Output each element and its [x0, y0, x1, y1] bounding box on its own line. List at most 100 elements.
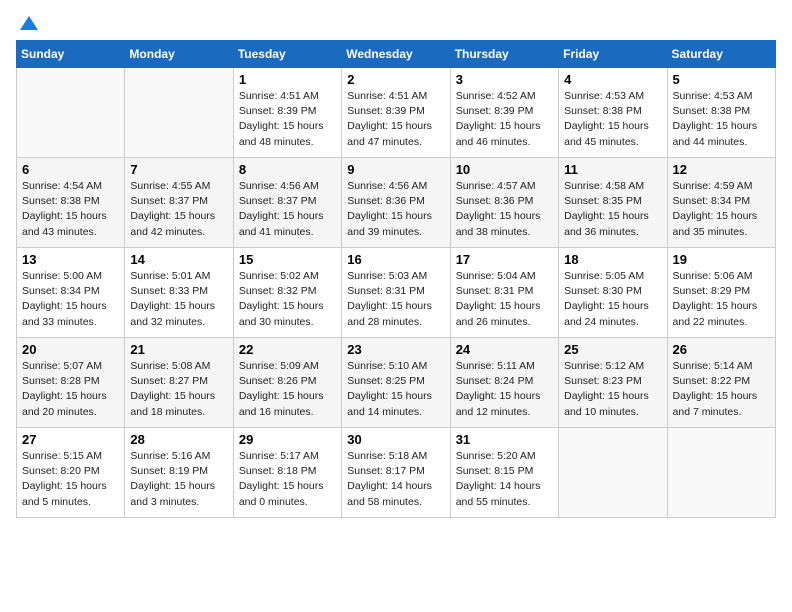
page-header — [16, 16, 776, 32]
calendar-cell — [559, 428, 667, 518]
day-info: Sunrise: 5:08 AM Sunset: 8:27 PM Dayligh… — [130, 359, 227, 420]
header-friday: Friday — [559, 41, 667, 68]
calendar-cell: 6 Sunrise: 4:54 AM Sunset: 8:38 PM Daylig… — [17, 158, 125, 248]
day-info: Sunrise: 5:10 AM Sunset: 8:25 PM Dayligh… — [347, 359, 444, 420]
calendar-cell — [17, 68, 125, 158]
day-info: Sunrise: 5:03 AM Sunset: 8:31 PM Dayligh… — [347, 269, 444, 330]
calendar-cell — [667, 428, 775, 518]
day-number: 7 — [130, 162, 227, 177]
day-info: Sunrise: 4:51 AM Sunset: 8:39 PM Dayligh… — [347, 89, 444, 150]
day-info: Sunrise: 5:00 AM Sunset: 8:34 PM Dayligh… — [22, 269, 119, 330]
day-number: 11 — [564, 162, 661, 177]
calendar-cell: 5Sunrise: 4:53 AM Sunset: 8:38 PM Daylig… — [667, 68, 775, 158]
day-info: Sunrise: 5:18 AM Sunset: 8:17 PM Dayligh… — [347, 449, 444, 510]
day-info: Sunrise: 5:14 AM Sunset: 8:22 PM Dayligh… — [673, 359, 770, 420]
header-wednesday: Wednesday — [342, 41, 450, 68]
calendar-cell: 25 Sunrise: 5:12 AM Sunset: 8:23 PM Dayli… — [559, 338, 667, 428]
calendar-cell — [125, 68, 233, 158]
calendar-cell: 8 Sunrise: 4:56 AM Sunset: 8:37 PM Daylig… — [233, 158, 341, 248]
header-monday: Monday — [125, 41, 233, 68]
day-info: Sunrise: 5:02 AM Sunset: 8:32 PM Dayligh… — [239, 269, 336, 330]
day-info: Sunrise: 5:07 AM Sunset: 8:28 PM Dayligh… — [22, 359, 119, 420]
day-info: Sunrise: 4:57 AM Sunset: 8:36 PM Dayligh… — [456, 179, 553, 240]
day-number: 24 — [456, 342, 553, 357]
calendar-cell: 23 Sunrise: 5:10 AM Sunset: 8:25 PM Dayli… — [342, 338, 450, 428]
calendar-cell: 18 Sunrise: 5:05 AM Sunset: 8:30 PM Dayli… — [559, 248, 667, 338]
calendar-cell: 15 Sunrise: 5:02 AM Sunset: 8:32 PM Dayli… — [233, 248, 341, 338]
day-info: Sunrise: 5:12 AM Sunset: 8:23 PM Dayligh… — [564, 359, 661, 420]
header-sunday: Sunday — [17, 41, 125, 68]
day-info: Sunrise: 4:58 AM Sunset: 8:35 PM Dayligh… — [564, 179, 661, 240]
day-number: 16 — [347, 252, 444, 267]
day-number: 20 — [22, 342, 119, 357]
calendar-cell: 27 Sunrise: 5:15 AM Sunset: 8:20 PM Dayli… — [17, 428, 125, 518]
day-number: 10 — [456, 162, 553, 177]
calendar-week-row: 20 Sunrise: 5:07 AM Sunset: 8:28 PM Dayli… — [17, 338, 776, 428]
calendar-cell: 14 Sunrise: 5:01 AM Sunset: 8:33 PM Dayli… — [125, 248, 233, 338]
day-number: 31 — [456, 432, 553, 447]
calendar-week-row: 6 Sunrise: 4:54 AM Sunset: 8:38 PM Daylig… — [17, 158, 776, 248]
calendar-cell: 24Sunrise: 5:11 AM Sunset: 8:24 PM Dayli… — [450, 338, 558, 428]
header-thursday: Thursday — [450, 41, 558, 68]
day-number: 18 — [564, 252, 661, 267]
calendar-cell: 3Sunrise: 4:52 AM Sunset: 8:39 PM Daylig… — [450, 68, 558, 158]
day-number: 12 — [673, 162, 770, 177]
calendar-week-row: 27 Sunrise: 5:15 AM Sunset: 8:20 PM Dayli… — [17, 428, 776, 518]
day-info: Sunrise: 4:53 AM Sunset: 8:38 PM Dayligh… — [564, 89, 661, 150]
day-number: 22 — [239, 342, 336, 357]
day-number: 17 — [456, 252, 553, 267]
day-number: 29 — [239, 432, 336, 447]
day-number: 1 — [239, 72, 336, 87]
day-info: Sunrise: 4:51 AM Sunset: 8:39 PM Dayligh… — [239, 89, 336, 150]
calendar-cell: 4 Sunrise: 4:53 AM Sunset: 8:38 PM Daylig… — [559, 68, 667, 158]
day-number: 23 — [347, 342, 444, 357]
day-number: 2 — [347, 72, 444, 87]
calendar-header-row: SundayMondayTuesdayWednesdayThursdayFrid… — [17, 41, 776, 68]
day-number: 21 — [130, 342, 227, 357]
day-number: 30 — [347, 432, 444, 447]
day-info: Sunrise: 5:17 AM Sunset: 8:18 PM Dayligh… — [239, 449, 336, 510]
day-number: 28 — [130, 432, 227, 447]
day-number: 14 — [130, 252, 227, 267]
day-info: Sunrise: 4:52 AM Sunset: 8:39 PM Dayligh… — [456, 89, 553, 150]
day-info: Sunrise: 4:56 AM Sunset: 8:37 PM Dayligh… — [239, 179, 336, 240]
calendar-cell: 1 Sunrise: 4:51 AM Sunset: 8:39 PM Daylig… — [233, 68, 341, 158]
day-info: Sunrise: 5:01 AM Sunset: 8:33 PM Dayligh… — [130, 269, 227, 330]
day-info: Sunrise: 5:16 AM Sunset: 8:19 PM Dayligh… — [130, 449, 227, 510]
day-number: 8 — [239, 162, 336, 177]
day-number: 4 — [564, 72, 661, 87]
day-number: 25 — [564, 342, 661, 357]
day-info: Sunrise: 5:04 AM Sunset: 8:31 PM Dayligh… — [456, 269, 553, 330]
calendar-cell: 21 Sunrise: 5:08 AM Sunset: 8:27 PM Dayli… — [125, 338, 233, 428]
day-info: Sunrise: 5:20 AM Sunset: 8:15 PM Dayligh… — [456, 449, 553, 510]
day-info: Sunrise: 4:54 AM Sunset: 8:38 PM Dayligh… — [22, 179, 119, 240]
day-number: 15 — [239, 252, 336, 267]
day-number: 5 — [673, 72, 770, 87]
day-info: Sunrise: 4:55 AM Sunset: 8:37 PM Dayligh… — [130, 179, 227, 240]
calendar-table: SundayMondayTuesdayWednesdayThursdayFrid… — [16, 40, 776, 518]
calendar-cell: 9 Sunrise: 4:56 AM Sunset: 8:36 PM Daylig… — [342, 158, 450, 248]
calendar-week-row: 1 Sunrise: 4:51 AM Sunset: 8:39 PM Daylig… — [17, 68, 776, 158]
logo — [16, 16, 38, 32]
day-info: Sunrise: 4:56 AM Sunset: 8:36 PM Dayligh… — [347, 179, 444, 240]
calendar-cell: 10 Sunrise: 4:57 AM Sunset: 8:36 PM Dayli… — [450, 158, 558, 248]
day-number: 9 — [347, 162, 444, 177]
calendar-cell: 2 Sunrise: 4:51 AM Sunset: 8:39 PM Daylig… — [342, 68, 450, 158]
day-info: Sunrise: 5:09 AM Sunset: 8:26 PM Dayligh… — [239, 359, 336, 420]
day-info: Sunrise: 4:59 AM Sunset: 8:34 PM Dayligh… — [673, 179, 770, 240]
calendar-cell: 30 Sunrise: 5:18 AM Sunset: 8:17 PM Dayli… — [342, 428, 450, 518]
day-number: 13 — [22, 252, 119, 267]
day-info: Sunrise: 5:06 AM Sunset: 8:29 PM Dayligh… — [673, 269, 770, 330]
day-number: 27 — [22, 432, 119, 447]
day-number: 6 — [22, 162, 119, 177]
day-info: Sunrise: 5:05 AM Sunset: 8:30 PM Dayligh… — [564, 269, 661, 330]
calendar-week-row: 13 Sunrise: 5:00 AM Sunset: 8:34 PM Dayli… — [17, 248, 776, 338]
calendar-cell: 12 Sunrise: 4:59 AM Sunset: 8:34 PM Dayli… — [667, 158, 775, 248]
calendar-cell: 7 Sunrise: 4:55 AM Sunset: 8:37 PM Daylig… — [125, 158, 233, 248]
calendar-cell: 22 Sunrise: 5:09 AM Sunset: 8:26 PM Dayli… — [233, 338, 341, 428]
calendar-cell: 28 Sunrise: 5:16 AM Sunset: 8:19 PM Dayli… — [125, 428, 233, 518]
calendar-cell: 31 Sunrise: 5:20 AM Sunset: 8:15 PM Dayli… — [450, 428, 558, 518]
header-tuesday: Tuesday — [233, 41, 341, 68]
calendar-cell: 11 Sunrise: 4:58 AM Sunset: 8:35 PM Dayli… — [559, 158, 667, 248]
day-info: Sunrise: 5:15 AM Sunset: 8:20 PM Dayligh… — [22, 449, 119, 510]
